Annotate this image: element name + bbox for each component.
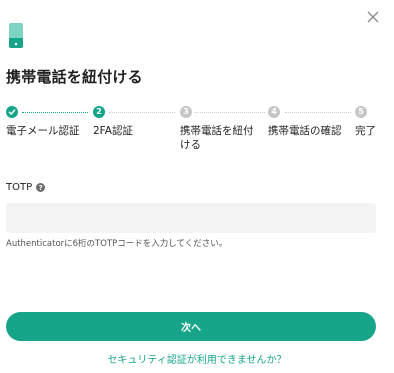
phone-icon bbox=[9, 23, 23, 48]
security-unavailable-link[interactable]: セキュリティ認証が利用できませんか？ bbox=[0, 351, 394, 366]
step-label: 携帯電話を紐付ける bbox=[180, 125, 254, 151]
close-button[interactable] bbox=[364, 8, 382, 26]
step-complete: 5 完了 bbox=[355, 106, 387, 138]
close-icon bbox=[367, 11, 379, 23]
check-icon bbox=[8, 109, 16, 115]
step-link-phone: 3 携帯電話を紐付ける bbox=[180, 106, 262, 152]
step-label: 2FA認証 bbox=[93, 125, 133, 137]
step-label: 携帯電話の確認 bbox=[268, 125, 342, 137]
step-dot: 3 bbox=[180, 106, 192, 118]
next-button[interactable]: 次へ bbox=[6, 312, 376, 341]
stepper: 電子メール認証 2 2FA認証 3 携帯電話を紐付ける 4 携帯電話の確認 5 … bbox=[6, 106, 390, 156]
totp-input[interactable] bbox=[6, 203, 376, 233]
step-dot: 4 bbox=[268, 106, 280, 118]
step-label: 完了 bbox=[355, 125, 376, 137]
totp-label-text: TOTP bbox=[6, 182, 33, 193]
step-confirm-phone: 4 携帯電話の確認 bbox=[268, 106, 354, 138]
step-email-verification: 電子メール認証 bbox=[6, 106, 88, 138]
totp-hint: Authenticatorに6桁のTOTPコードを入力してください。 bbox=[6, 239, 228, 249]
step-dot bbox=[6, 106, 18, 118]
page-title: 携帯電話を紐付ける bbox=[6, 68, 143, 86]
totp-label: TOTP ? bbox=[6, 182, 46, 193]
help-circle-icon[interactable]: ? bbox=[36, 183, 46, 192]
step-label: 電子メール認証 bbox=[6, 125, 80, 137]
step-dot: 5 bbox=[355, 106, 367, 118]
step-dot: 2 bbox=[93, 106, 105, 118]
step-2fa: 2 2FA認証 bbox=[93, 106, 173, 138]
